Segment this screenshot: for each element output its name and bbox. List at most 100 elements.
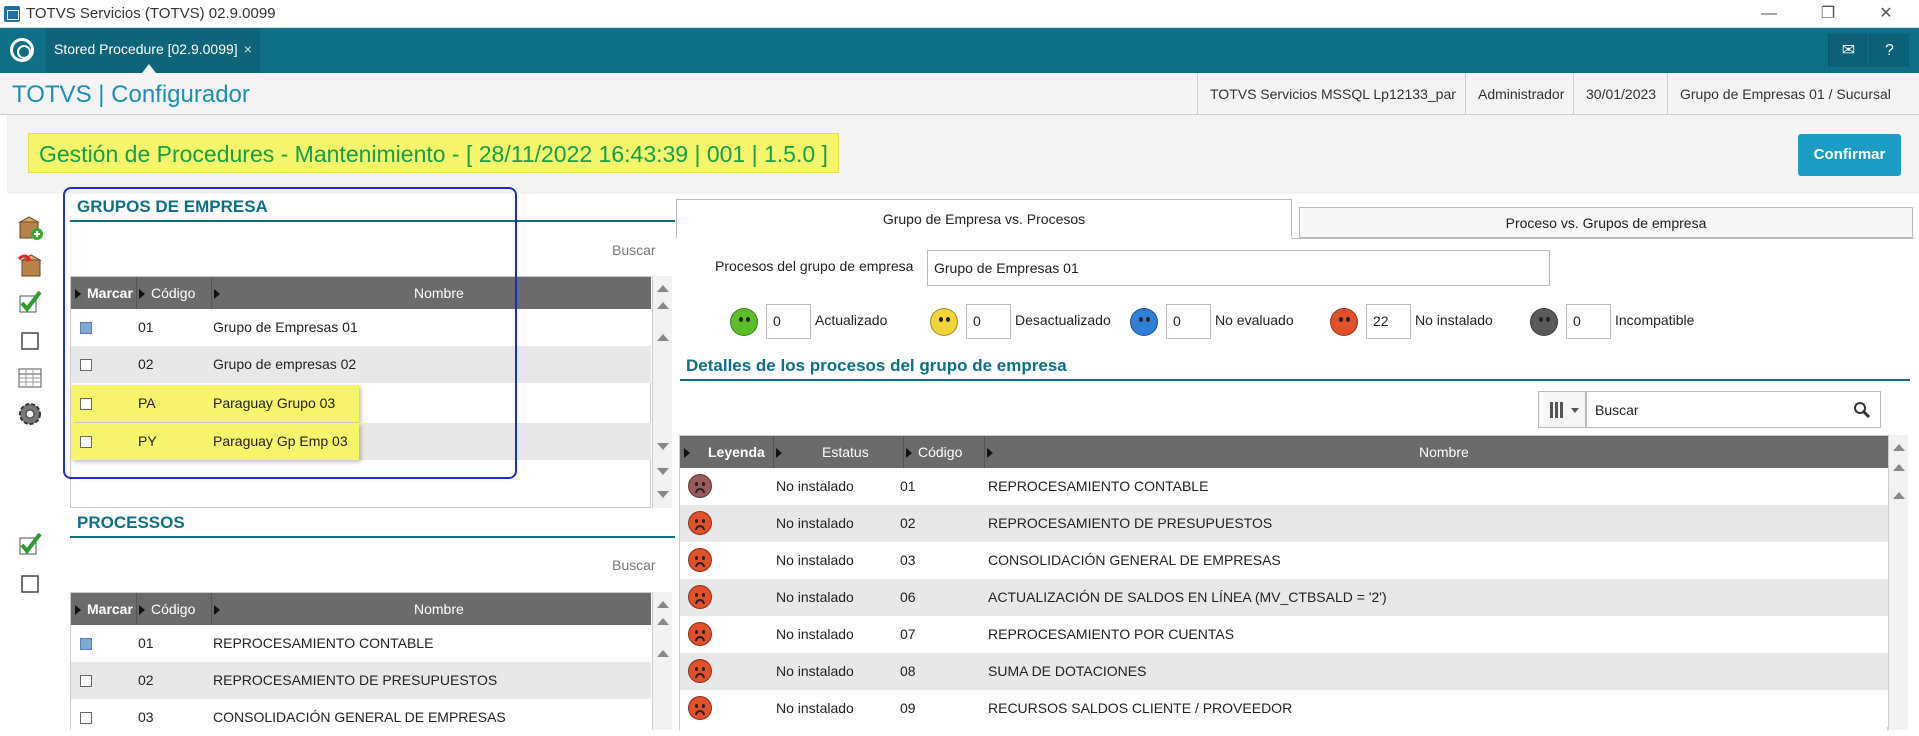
restore-button[interactable]: ❐ [1808, 2, 1848, 26]
totvs-logo-icon[interactable] [10, 38, 34, 62]
scroll-page-up-icon[interactable] [657, 302, 669, 309]
row-checkbox[interactable] [80, 638, 92, 650]
table-row[interactable]: No instalado 07 REPROCESAMIENTO POR CUEN… [680, 616, 1888, 653]
no-instalado-icon [688, 511, 712, 535]
col-marcar[interactable]: Marcar [75, 593, 135, 625]
row-status: No instalado [776, 589, 854, 605]
app-title: TOTVS | Configurador [12, 81, 250, 108]
add-package-icon[interactable] [16, 214, 44, 242]
minimize-button[interactable]: — [1749, 2, 1789, 26]
procesos-scrollbar[interactable] [652, 592, 672, 730]
row-checkbox[interactable] [80, 712, 92, 724]
scroll-page-up-icon[interactable] [1893, 464, 1905, 471]
scroll-page-up-icon[interactable] [657, 618, 669, 625]
tab-label: Stored Procedure [02.9.0099] [54, 41, 238, 57]
tab-proceso-vs-grupos[interactable]: Proceso vs. Grupos de empresa [1299, 207, 1913, 238]
col-codigo[interactable]: Código [139, 593, 195, 625]
label-no-evaluado: No evaluado [1215, 312, 1294, 328]
table-row[interactable]: No instalado 08 SUMA DE DOTACIONES [680, 653, 1888, 690]
scroll-up-icon[interactable] [657, 650, 669, 657]
active-tab-gap [676, 238, 1292, 240]
scroll-top-icon[interactable] [657, 285, 669, 292]
help-icon[interactable]: ? [1869, 34, 1909, 67]
no-instalado-icon [688, 585, 712, 609]
procesos-grid: Marcar Código Nombre 01 REPROCESAMIENTO … [70, 592, 651, 736]
scroll-top-icon[interactable] [1893, 444, 1905, 451]
status-no-instalado-icon [1330, 308, 1358, 336]
row-code: 09 [900, 700, 916, 716]
label-desactualizado: Desactualizado [1015, 312, 1111, 328]
table-row[interactable]: No instalado 01 REPROCESAMIENTO CONTABLE [680, 468, 1888, 505]
row-code: 06 [900, 589, 916, 605]
company-info: Grupo de Empresas 01 / Sucursal 01 [1667, 73, 1919, 144]
row-name: SUMA DE DOTACIONES [988, 663, 1147, 679]
status-desactualizado-icon [930, 308, 958, 336]
no-instalado-icon [688, 696, 712, 720]
grupos-search-link[interactable]: Buscar [612, 242, 656, 258]
table-row[interactable]: No instalado 03 CONSOLIDACIÓN GENERAL DE… [680, 542, 1888, 579]
col-estatus[interactable]: Estatus [776, 436, 903, 468]
table-row[interactable]: No instalado 02 REPROCESAMIENTO DE PRESU… [680, 505, 1888, 542]
row-name: CONSOLIDACIÓN GENERAL DE EMPRESAS [213, 709, 506, 725]
row-name: REPROCESAMIENTO CONTABLE [213, 635, 434, 651]
table-row[interactable]: 03 CONSOLIDACIÓN GENERAL DE EMPRESAS [71, 699, 651, 736]
col-leyenda[interactable]: Leyenda [684, 436, 765, 468]
table-row[interactable]: 01 REPROCESAMIENTO CONTABLE [71, 625, 651, 662]
col-nombre[interactable]: Nombre [214, 593, 651, 625]
details-search-input[interactable]: Buscar [1586, 391, 1881, 428]
row-name: REPROCESAMIENTO DE PRESUPUESTOS [213, 672, 498, 688]
columns-menu-button[interactable] [1538, 391, 1586, 428]
tab-grupo-vs-procesos[interactable]: Grupo de Empresa vs. Procesos [676, 199, 1292, 238]
row-status: No instalado [776, 626, 854, 642]
procesos-grupo-field[interactable]: Grupo de Empresas 01 [927, 250, 1550, 286]
details-divider [680, 379, 1910, 381]
table-row[interactable]: No instalado 09 RECURSOS SALDOS CLIENTE … [680, 690, 1888, 727]
count-desactualizado: 0 [966, 304, 1011, 339]
row-name: REPROCESAMIENTO DE PRESUPUESTOS [988, 515, 1273, 531]
no-instalado-icon [688, 474, 712, 498]
label-incompatible: Incompatible [1615, 312, 1695, 328]
uncheck-all-processes-icon[interactable] [16, 569, 44, 597]
check-all-processes-icon[interactable] [16, 530, 44, 558]
mail-icon[interactable]: ✉ [1828, 34, 1868, 67]
settings-gear-icon[interactable] [16, 400, 44, 428]
scroll-top-icon[interactable] [657, 601, 669, 608]
row-code: 03 [900, 552, 916, 568]
grupos-scrollbar[interactable] [652, 276, 672, 508]
col-codigo[interactable]: Código [906, 436, 962, 468]
row-code: 02 [900, 515, 916, 531]
label-actualizado: Actualizado [815, 312, 888, 328]
row-status: No instalado [776, 478, 854, 494]
remove-package-icon[interactable] [16, 251, 44, 279]
row-checkbox[interactable] [80, 675, 92, 687]
scroll-page-down-icon[interactable] [657, 468, 669, 475]
row-status: No instalado [776, 663, 854, 679]
check-all-icon[interactable] [16, 288, 44, 316]
scroll-up-icon[interactable] [657, 334, 669, 341]
tab-close-icon[interactable]: × [244, 41, 252, 57]
scroll-bottom-icon[interactable] [657, 491, 669, 498]
search-input-text: Buscar [1595, 402, 1639, 418]
details-scrollbar[interactable] [1888, 435, 1908, 730]
procesos-search-link[interactable]: Buscar [612, 557, 656, 573]
procesos-grid-header: Marcar Código Nombre [71, 593, 651, 625]
row-code: 08 [900, 663, 916, 679]
scroll-down-icon[interactable] [657, 443, 669, 450]
tab-bar: Stored Procedure [02.9.0099] × ✉ ? [0, 28, 1919, 73]
table-icon[interactable] [16, 364, 44, 392]
search-icon[interactable] [1853, 401, 1871, 419]
close-window-button[interactable]: ✕ [1866, 2, 1906, 26]
col-nombre[interactable]: Nombre [987, 436, 1887, 468]
procesos-grupo-label: Procesos del grupo de empresa [715, 258, 914, 274]
row-code: 07 [900, 626, 916, 642]
table-row[interactable]: No instalado 06 ACTUALIZACIÓN DE SALDOS … [680, 579, 1888, 616]
table-row[interactable]: 02 REPROCESAMIENTO DE PRESUPUESTOS [71, 662, 651, 699]
row-code: 01 [138, 635, 154, 651]
page-title: Gestión de Procedures - Mantenimiento - … [28, 133, 839, 173]
count-no-evaluado: 0 [1166, 304, 1211, 339]
date-info: 30/01/2023 [1573, 73, 1668, 115]
confirm-button[interactable]: Confirmar [1798, 134, 1901, 176]
row-code: 02 [138, 672, 154, 688]
uncheck-all-icon[interactable] [16, 326, 44, 354]
scroll-up-icon[interactable] [1893, 492, 1905, 499]
